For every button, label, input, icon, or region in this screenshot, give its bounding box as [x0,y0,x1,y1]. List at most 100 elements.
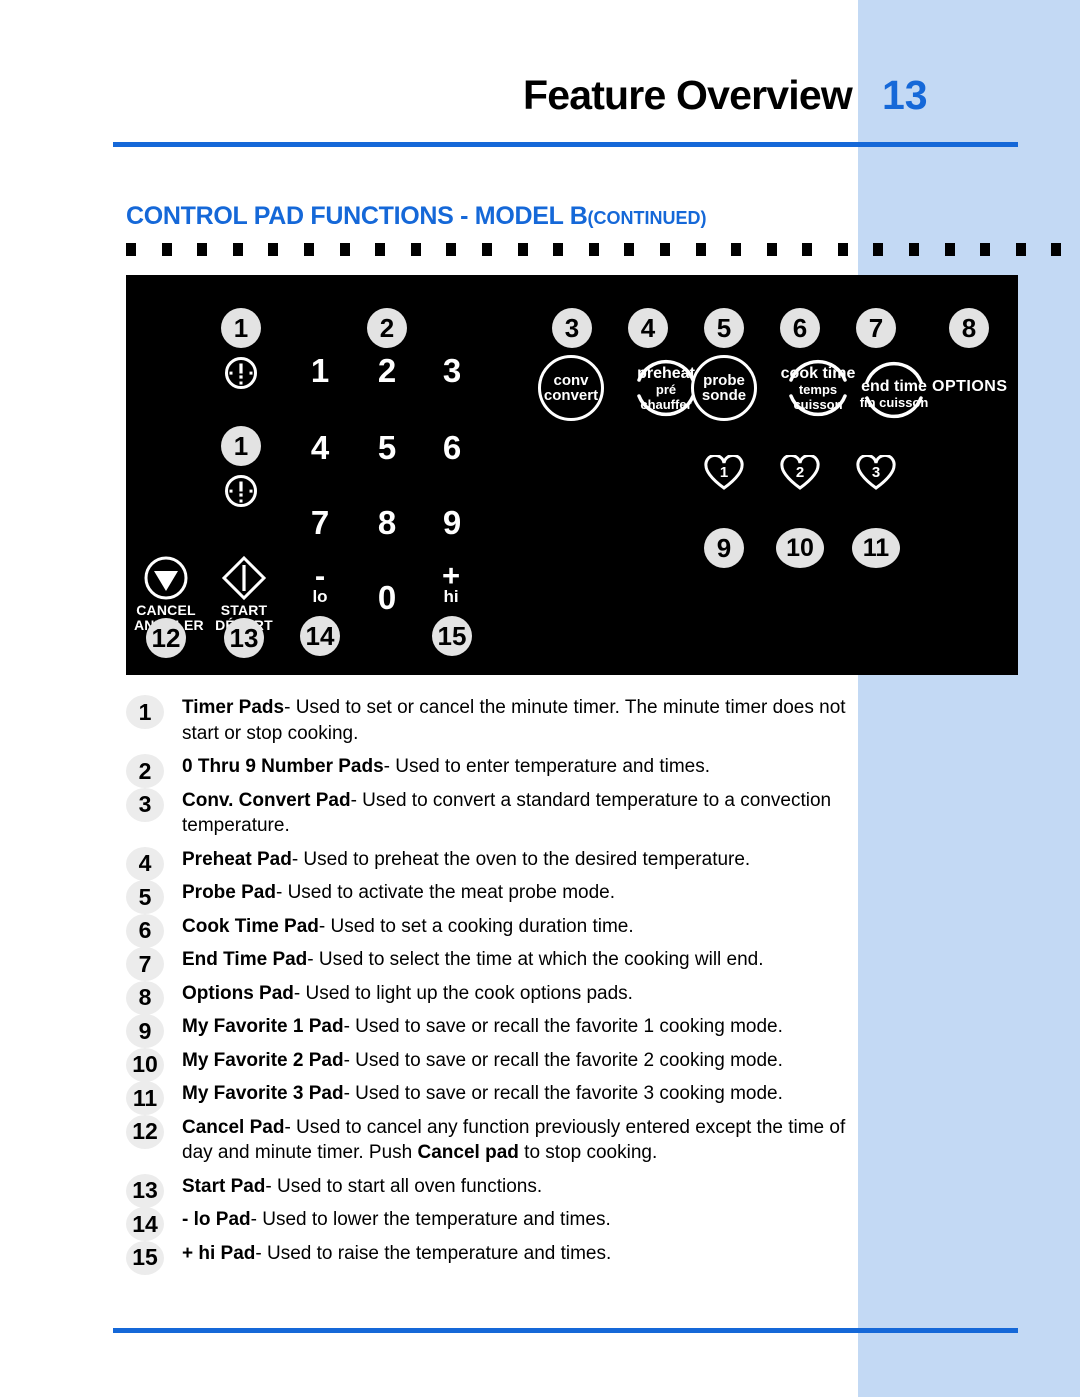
list-item-number: 9 [126,1014,164,1048]
list-item-desc: - Used to activate the meat probe mode. [275,882,615,903]
list-item-term: End Time Pad [182,949,308,970]
end-time-pad[interactable]: end time fin cuisson [842,360,946,428]
lo-pad-symbol: - [314,558,326,593]
list-item-desc: - Used to start all oven functions. [265,1175,543,1197]
list-item-term: My Favorite 3 Pad [182,1083,344,1104]
start-diamond-icon [221,555,267,601]
list-item-term: Probe Pad [182,882,276,903]
keypad-4[interactable]: 4 [300,429,340,467]
favorite-2-pad[interactable]: 2 [780,453,820,491]
dash-square [517,243,528,256]
favorite-3-number: 3 [871,464,881,481]
list-item: 11 My Favorite 3 Pad- Used to save or re… [126,1081,856,1115]
cook-time-line1: cook time [780,364,856,382]
end-time-line2: fin cuisson [859,395,929,410]
callout-14: 14 [300,616,340,656]
cook-time-line3: cuisson [793,396,843,412]
dash-square [161,243,172,256]
list-item: 4 Preheat Pad- Used to preheat the oven … [126,846,856,881]
list-item-desc: - Used to preheat the oven to the desire… [291,848,751,870]
list-item-number: 8 [126,980,164,1015]
callout-11: 11 [852,528,900,568]
favorite-2-number: 2 [795,464,805,481]
list-item-desc: - Used to save or recall the favorite 1 … [343,1016,783,1037]
end-time-line1: end time [861,378,927,395]
list-item-term: My Favorite 2 Pad [182,1049,344,1071]
keypad-8[interactable]: 8 [367,504,407,542]
list-item: 13 Start Pad- Used to start all oven fun… [126,1173,856,1208]
list-item: 1 Timer Pads- Used to set or cancel the … [126,695,856,746]
keypad-0[interactable]: 0 [367,579,407,617]
list-item-desc: - Used to light up the cook options pads… [293,982,633,1004]
start-label-en: START [220,602,268,618]
list-item-number: 4 [126,846,164,881]
list-item: 10 My Favorite 2 Pad- Used to save or re… [126,1047,856,1082]
callout-3: 3 [552,308,592,348]
conv-convert-line2: convert [543,387,599,404]
page-side-band [858,0,1080,1397]
control-panel-illustration: 1 1 2 1 2 3 4 5 6 7 8 9 0 - lo + hi 14 1… [126,275,1018,675]
list-item-number: 13 [126,1173,164,1208]
list-item: 2 0 Thru 9 Number Pads- Used to enter te… [126,754,856,788]
preheat-line1: preheat [637,364,695,382]
list-item-text: + hi Pad- Used to raise the temperature … [182,1241,856,1267]
dash-square [1015,243,1026,256]
dash-square [944,243,955,256]
hi-pad[interactable]: + hi [429,558,473,606]
list-item-number: 1 [126,695,164,729]
favorite-1-pad[interactable]: 1 [704,453,744,491]
list-item-text: Start Pad- Used to start all oven functi… [182,1174,856,1200]
dash-square [659,243,670,256]
dash-square [766,243,777,256]
list-item-number: 2 [126,754,164,788]
hi-pad-symbol: + [441,558,461,593]
keypad-9[interactable]: 9 [432,504,472,542]
favorite-3-pad[interactable]: 3 [856,453,896,491]
dash-square [553,243,564,256]
keypad-5[interactable]: 5 [367,429,407,467]
callout-5: 5 [704,308,744,348]
probe-line2: sonde [701,387,747,404]
list-item-desc: - Used to set a cooking duration time. [318,915,634,937]
keypad-6[interactable]: 6 [432,429,472,467]
list-item-term: My Favorite 1 Pad [182,1016,344,1037]
list-item: 6 Cook Time Pad- Used to set a cooking d… [126,913,856,948]
cancel-triangle-icon [144,556,188,600]
list-item-text: - lo Pad- Used to lower the temperature … [182,1207,856,1233]
dash-square [909,243,920,256]
list-item-number: 6 [126,913,164,948]
timer-icon[interactable] [223,355,259,391]
keypad-3[interactable]: 3 [432,352,472,390]
keypad-2[interactable]: 2 [367,352,407,390]
timer-icon[interactable] [223,473,259,509]
header-rule [113,142,1018,147]
list-item-text: Options Pad- Used to light up the cook o… [182,981,856,1007]
list-item-number: 7 [126,947,164,981]
lo-pad[interactable]: - lo [298,558,342,606]
preheat-line2: pré [655,381,677,397]
favorite-1-number: 1 [719,464,729,481]
list-item-desc: - Used to lower the temperature and time… [250,1209,611,1230]
cancel-label-en: CANCEL [136,602,196,618]
dash-square [802,243,813,256]
dash-square [980,243,991,256]
options-pad[interactable]: OPTIONS [932,378,1008,396]
list-item: 7 End Time Pad- Used to select the time … [126,947,856,981]
pad-function-list: 1 Timer Pads- Used to set or cancel the … [126,695,856,1275]
page-number: 13 [882,72,928,118]
lo-pad-word: lo [312,587,328,606]
list-item-text: My Favorite 2 Pad- Used to save or recal… [182,1048,856,1074]
conv-convert-pad[interactable]: conv convert [538,355,604,421]
list-item-desc-2: to stop cooking. [518,1142,658,1163]
keypad-7[interactable]: 7 [300,504,340,542]
list-item-number: 11 [126,1081,164,1115]
keypad-1[interactable]: 1 [300,352,340,390]
callout-1-lower: 1 [221,426,261,466]
footer-rule [113,1328,1018,1333]
list-item-number: 15 [126,1240,164,1275]
callout-8: 8 [949,308,989,348]
callout-7: 7 [856,308,896,348]
dash-square [731,243,742,256]
list-item-term: Options Pad [182,982,294,1004]
probe-pad[interactable]: probe sonde [691,355,757,421]
